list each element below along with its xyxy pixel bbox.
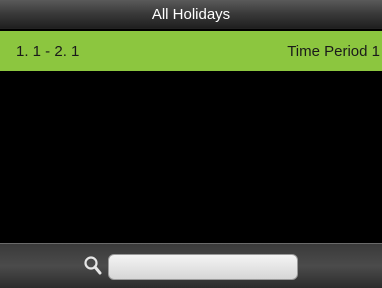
- holiday-date-range: 1. 1 - 2. 1: [16, 42, 80, 60]
- search-icon[interactable]: [82, 254, 104, 278]
- title-bar: All Holidays: [0, 0, 382, 29]
- search-input[interactable]: [108, 254, 298, 280]
- device-screen: All Holidays 1. 1 - 2. 1 Time Period 1: [0, 0, 382, 288]
- search-bar: [0, 243, 382, 288]
- holiday-list: 1. 1 - 2. 1 Time Period 1: [0, 29, 382, 243]
- page-title: All Holidays: [151, 5, 231, 23]
- list-item[interactable]: 1. 1 - 2. 1 Time Period 1: [0, 31, 382, 71]
- holiday-time-period: Time Period 1: [287, 42, 380, 60]
